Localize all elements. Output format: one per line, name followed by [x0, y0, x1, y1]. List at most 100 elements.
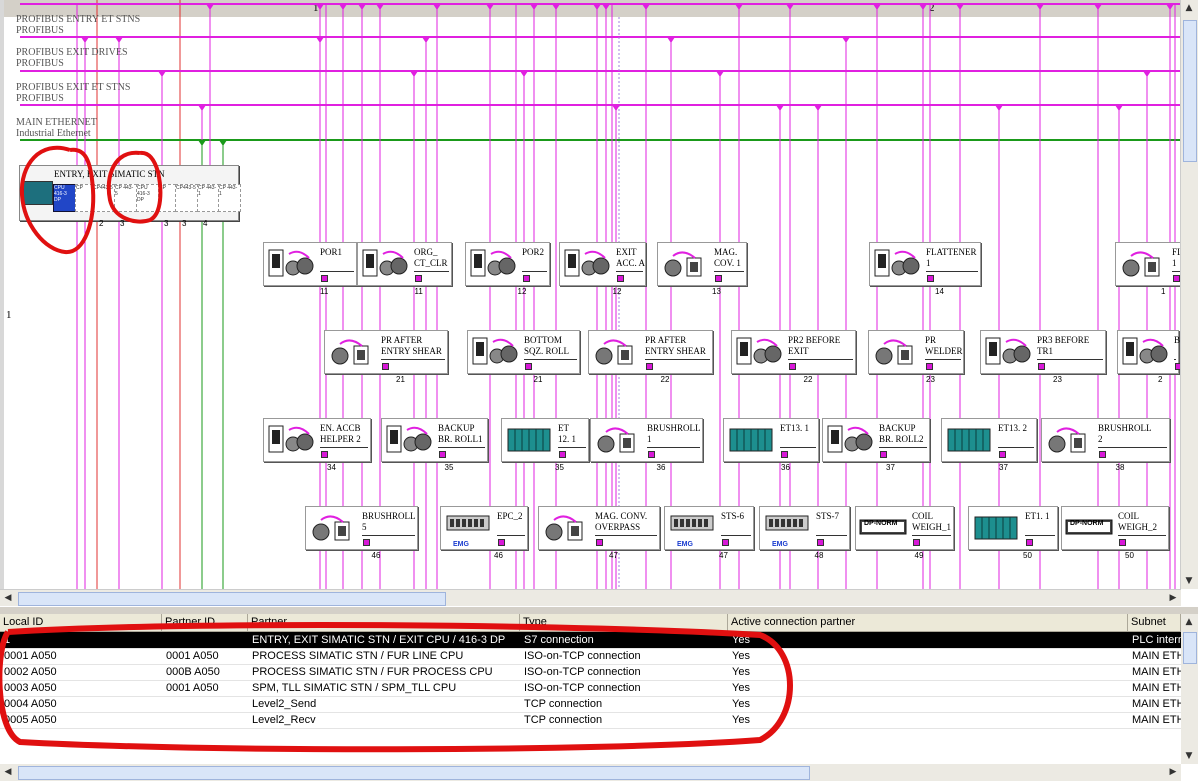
- scroll-right-icon[interactable]: ▶: [1165, 764, 1181, 780]
- port-icon[interactable]: [781, 451, 788, 458]
- device-pr3-before-tr1[interactable]: PR3 BEFORE TR1 23: [980, 330, 1106, 384]
- device-b-partial[interactable]: B2: [1117, 330, 1182, 384]
- port-icon[interactable]: [817, 539, 824, 546]
- device-fl-partial[interactable]: FL 11: [1115, 242, 1187, 296]
- col-subnet[interactable]: Subnet: [1128, 614, 1181, 631]
- port-icon[interactable]: [498, 539, 505, 546]
- device-sts-7[interactable]: EMG STS-7 48: [759, 506, 850, 560]
- port-icon[interactable]: [1038, 363, 1045, 370]
- port-icon[interactable]: [999, 451, 1006, 458]
- device-pr-after-entry-shear-1[interactable]: PR AFTER ENTRY SHEAR 21: [324, 330, 448, 384]
- device-et13-1[interactable]: ET13. 1 36: [723, 418, 819, 472]
- port-icon[interactable]: [789, 363, 796, 370]
- device-por2[interactable]: POR2 12: [465, 242, 550, 296]
- slot-cpu[interactable]: CPU 416-3 DP: [136, 184, 159, 212]
- simatic-station[interactable]: ENTRY, EXIT SIMATIC STN CPU 416-3 DP CP …: [19, 165, 241, 221]
- device-bottom-sqz-roll[interactable]: BOTTOM SQZ. ROLL 21: [467, 330, 580, 384]
- scroll-left-icon[interactable]: ◀: [0, 590, 16, 606]
- scroll-thumb[interactable]: [1183, 20, 1197, 162]
- slot-cp[interactable]: CP443-5: [92, 184, 115, 212]
- device-brushroll-5[interactable]: BRUSHROLL 5 46: [305, 506, 418, 560]
- port-icon[interactable]: [1173, 275, 1180, 282]
- port-icon[interactable]: [646, 363, 653, 370]
- device-org-ct-clr[interactable]: ORG_ CT_CLR 11: [357, 242, 452, 296]
- table-horizontal-scrollbar[interactable]: ◀ ▶: [0, 764, 1181, 781]
- device-pr2-before-exit[interactable]: PR2 BEFORE EXIT 22: [731, 330, 856, 384]
- vertical-scrollbar[interactable]: ▲ ▼: [1180, 0, 1198, 589]
- port-icon[interactable]: [926, 363, 933, 370]
- network-view[interactable]: 1 2 PROFIBUS ENTRY ET STNS PROFIBUS PROF…: [0, 0, 1198, 606]
- device-et-12-1[interactable]: ET 12. 1 35: [501, 418, 589, 472]
- device-epc-2[interactable]: EMG EPC_2 46: [440, 506, 528, 560]
- table-row[interactable]: 0003 A050 0001 A050 SPM, TLL SIMATIC STN /…: [0, 680, 1181, 697]
- port-icon[interactable]: [382, 363, 389, 370]
- bus-lines: [20, 0, 1180, 589]
- device-sts-6[interactable]: EMG STS-6 47: [664, 506, 754, 560]
- device-underline: [362, 535, 415, 536]
- device-brushroll-2[interactable]: BRUSHROLL 2 38: [1041, 418, 1170, 472]
- col-type[interactable]: Type: [520, 614, 728, 631]
- device-mag-conv-overpass[interactable]: MAG. CONV. OVERPASS 47: [538, 506, 660, 560]
- port-icon[interactable]: [559, 451, 566, 458]
- port-icon[interactable]: [415, 275, 422, 282]
- slot-cp[interactable]: CP 443-5: [114, 184, 137, 212]
- port-icon[interactable]: [321, 451, 328, 458]
- device-coil-weigh-1[interactable]: DP-NORM COIL WEIGH_1 49: [855, 506, 954, 560]
- table-vertical-scrollbar[interactable]: ▲ ▼: [1181, 614, 1198, 764]
- scroll-down-icon[interactable]: ▼: [1181, 573, 1197, 589]
- port-icon[interactable]: [880, 451, 887, 458]
- table-row[interactable]: 0002 A050 000B A050 PROCESS SIMATIC STN / …: [0, 664, 1181, 681]
- scroll-up-icon[interactable]: ▲: [1181, 614, 1197, 630]
- scroll-right-icon[interactable]: ▶: [1165, 590, 1181, 606]
- port-icon[interactable]: [648, 451, 655, 458]
- device-pr-welder[interactable]: PR WELDER 23: [868, 330, 964, 384]
- scroll-down-icon[interactable]: ▼: [1181, 748, 1197, 764]
- port-icon[interactable]: [913, 539, 920, 546]
- device-backup-br-roll1[interactable]: BACKUP BR. ROLL1 35: [381, 418, 488, 472]
- horizontal-scrollbar[interactable]: ◀ ▶: [0, 589, 1181, 606]
- device-address: 35: [444, 463, 454, 472]
- port-icon[interactable]: [363, 539, 370, 546]
- table-row[interactable]: 0001 A050 0001 A050 PROCESS SIMATIC STN / …: [0, 648, 1181, 665]
- slot-cp[interactable]: CP 443-1: [218, 184, 241, 212]
- scroll-thumb[interactable]: [18, 766, 810, 780]
- table-row[interactable]: 0004 A050 Level2_Send TCP connection Yes MAI…: [0, 696, 1181, 713]
- col-partner[interactable]: Partner: [248, 614, 520, 631]
- port-icon[interactable]: [1099, 451, 1106, 458]
- table-row[interactable]: 0005 A050 Level2_Recv TCP connection Yes MAI…: [0, 712, 1181, 729]
- col-local-id[interactable]: Local ID: [0, 614, 162, 631]
- port-icon[interactable]: [525, 363, 532, 370]
- device-por1[interactable]: POR1 11: [263, 242, 357, 296]
- col-active-partner[interactable]: Active connection partner: [728, 614, 1128, 631]
- device-flattener-1[interactable]: FLATTENER 1 14: [869, 242, 981, 296]
- port-icon[interactable]: [927, 275, 934, 282]
- scroll-thumb[interactable]: [18, 592, 446, 606]
- device-brushroll-1[interactable]: BRUSHROLL 1 36: [590, 418, 703, 472]
- device-backup-br-roll2[interactable]: BACKUP BR. ROLL2 37: [822, 418, 930, 472]
- device-et13-2[interactable]: ET13. 2 37: [941, 418, 1037, 472]
- slot-cp[interactable]: CP 443-1: [197, 184, 220, 212]
- port-icon[interactable]: [523, 275, 530, 282]
- device-coil-weigh-2[interactable]: DP-NORM COIL WEIGH_2 50: [1061, 506, 1169, 560]
- port-icon[interactable]: [439, 451, 446, 458]
- port-icon[interactable]: [722, 539, 729, 546]
- scroll-up-icon[interactable]: ▲: [1181, 0, 1197, 16]
- port-icon[interactable]: [1119, 539, 1126, 546]
- col-partner-id[interactable]: Partner ID: [162, 614, 248, 631]
- scroll-thumb[interactable]: [1183, 632, 1197, 664]
- port-icon[interactable]: [596, 539, 603, 546]
- port-icon[interactable]: [1026, 539, 1033, 546]
- port-icon[interactable]: [617, 275, 624, 282]
- table-row[interactable]: 1 ENTRY, EXIT SIMATIC STN / EXIT CPU / 41…: [0, 632, 1181, 649]
- device-pr-after-entry-shear-2[interactable]: PR AFTER ENTRY SHEAR 22: [588, 330, 713, 384]
- slot-cpu[interactable]: CPU 416-3 DP: [53, 184, 76, 212]
- slot-cp[interactable]: CP443-5: [175, 184, 198, 212]
- scroll-left-icon[interactable]: ◀: [0, 764, 16, 780]
- port-icon[interactable]: [715, 275, 722, 282]
- device-et1-1[interactable]: ET1. 1 50: [968, 506, 1058, 560]
- cell-active: Yes: [732, 650, 750, 662]
- device-en-accb-helper-2[interactable]: EN. ACCB HELPER 2 34: [263, 418, 371, 472]
- device-exit-acc-a[interactable]: EXIT ACC. A 12: [559, 242, 646, 296]
- device-mag-cov-1[interactable]: MAG. COV. 1 13: [657, 242, 747, 296]
- port-icon[interactable]: [321, 275, 328, 282]
